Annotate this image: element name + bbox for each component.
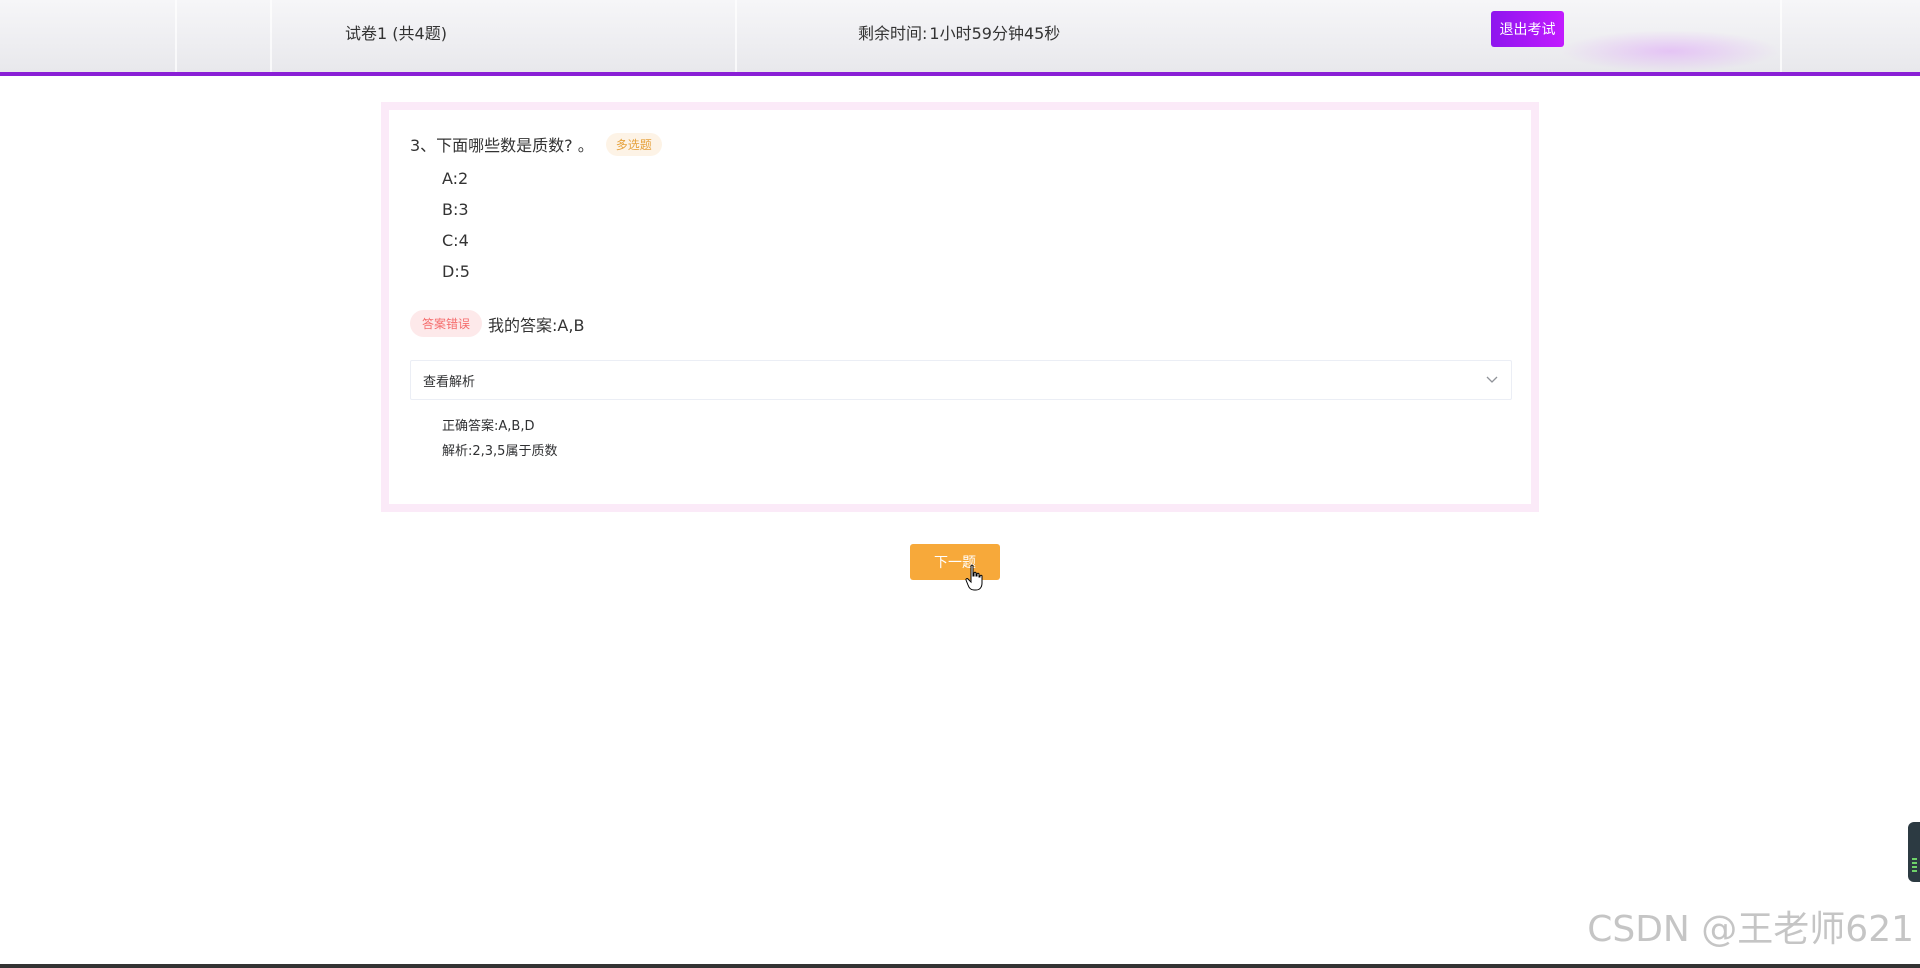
option-b[interactable]: B:3 [442,194,470,225]
header-decoration [270,0,272,72]
exit-exam-button[interactable]: 退出考试 [1491,11,1564,47]
hand-cursor-icon [965,564,983,591]
handle-indicator [1912,866,1917,868]
question-card: 3、下面哪些数是质数? 。 多选题 A:2 B:3 C:4 D:5 答案错误 我… [381,102,1539,512]
exam-header: 试卷1 (共4题) 剩余时间: 1小时59分钟45秒 退出考试 [0,0,1920,76]
correct-answer: 正确答案:A,B,D [442,419,535,434]
options-list: A:2 B:3 C:4 D:5 [442,163,470,287]
question-type-tag: 多选题 [605,132,662,156]
next-question-button[interactable]: 下一题 [910,544,1000,580]
answer-result: 答案错误 我的答案:A,B [410,310,584,337]
analysis-content: 正确答案:A,B,D 解析:2,3,5属于质数 [442,414,557,464]
watermark: CSDN @王老师621 [1587,909,1914,950]
timer-label: 剩余时间: [858,24,928,43]
view-analysis-toggle[interactable]: 查看解析 [410,360,1512,400]
header-decoration [735,0,737,72]
header-decoration [175,0,177,72]
remaining-time: 剩余时间: 1小时59分钟45秒 [858,20,1060,44]
option-d[interactable]: D:5 [442,256,470,287]
paper-title: 试卷1 (共4题) [345,24,447,43]
timer-value: 1小时59分钟45秒 [929,24,1061,43]
header-glow [1560,30,1780,72]
option-a[interactable]: A:2 [442,163,470,194]
chevron-down-icon [1485,373,1499,387]
handle-indicator [1912,862,1917,864]
question-stem: 3、下面哪些数是质数? 。 多选题 [410,132,662,156]
my-answer: 我的答案:A,B [488,315,585,335]
question-text: 3、下面哪些数是质数? 。 [410,136,594,155]
header-decoration [1780,0,1782,72]
bottom-border [0,964,1920,968]
option-c[interactable]: C:4 [442,225,470,256]
side-panel-handle[interactable] [1908,822,1920,882]
explanation: 解析:2,3,5属于质数 [442,444,558,459]
view-analysis-label: 查看解析 [423,374,476,390]
handle-indicator [1912,870,1917,872]
handle-indicator [1912,858,1917,860]
wrong-answer-badge: 答案错误 [410,310,483,337]
